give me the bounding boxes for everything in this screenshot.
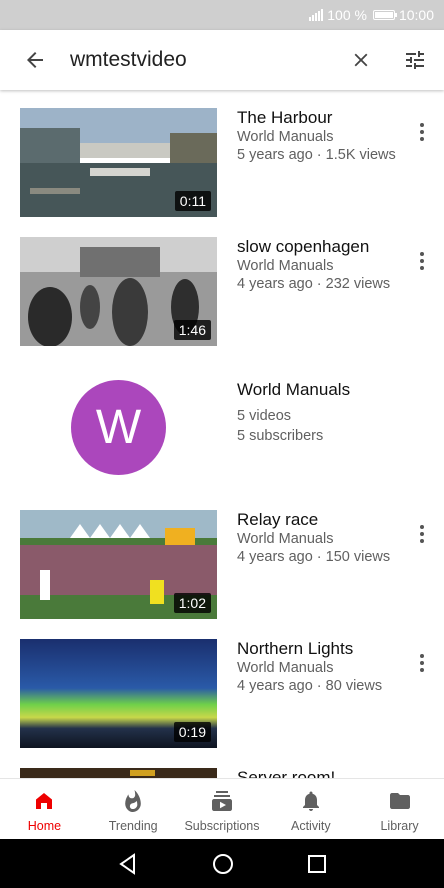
clear-search-button[interactable] bbox=[336, 30, 386, 90]
channel-title: World Manuals bbox=[237, 380, 351, 399]
video-title: Server room! bbox=[237, 768, 336, 778]
video-meta: 4 years ago · 80 views bbox=[237, 678, 383, 694]
status-bar: 100 % 10:00 bbox=[0, 0, 444, 30]
channel-name: World Manuals bbox=[237, 258, 334, 274]
video-thumbnail[interactable] bbox=[20, 768, 217, 778]
video-duration: 0:19 bbox=[173, 722, 211, 742]
more-options-icon[interactable] bbox=[410, 118, 434, 146]
video-duration: 0:11 bbox=[174, 191, 211, 211]
battery-percent: 100 % bbox=[327, 7, 367, 23]
back-triangle-icon[interactable] bbox=[117, 852, 139, 875]
tab-label: Subscriptions bbox=[184, 819, 260, 833]
more-options-icon[interactable] bbox=[410, 649, 434, 677]
bell-icon bbox=[302, 791, 319, 811]
tab-label: Trending bbox=[108, 819, 158, 833]
channel-name: World Manuals bbox=[237, 660, 334, 676]
more-options-icon[interactable] bbox=[410, 247, 434, 275]
channel-subscriber-count: 5 subscribers bbox=[237, 428, 324, 444]
video-title: slow copenhagen bbox=[237, 237, 370, 256]
tab-library[interactable]: Library bbox=[355, 779, 444, 840]
video-thumbnail[interactable]: 0:11 bbox=[20, 108, 217, 217]
video-meta: 5 years ago · 1.5K views bbox=[237, 147, 396, 163]
channel-name: World Manuals bbox=[237, 129, 334, 145]
channel-name: World Manuals bbox=[237, 531, 334, 547]
channel-video-count: 5 videos bbox=[237, 408, 292, 424]
server-room-thumbnail-image bbox=[20, 768, 217, 778]
avatar[interactable]: W bbox=[71, 380, 166, 475]
video-meta: 4 years ago · 150 views bbox=[237, 549, 391, 565]
home-icon bbox=[36, 793, 53, 809]
filter-button[interactable] bbox=[386, 30, 444, 90]
video-thumbnail[interactable]: 1:46 bbox=[20, 237, 217, 346]
more-options-icon[interactable] bbox=[410, 520, 434, 548]
system-navigation-bar bbox=[0, 839, 444, 888]
back-button[interactable] bbox=[0, 30, 70, 90]
video-result[interactable]: Server room! bbox=[0, 768, 444, 778]
tab-activity[interactable]: Activity bbox=[266, 779, 355, 840]
signal-icon bbox=[309, 9, 324, 21]
recents-square-icon[interactable] bbox=[307, 854, 327, 874]
video-result[interactable]: 0:19 Northern Lights World Manuals 4 yea… bbox=[0, 639, 444, 749]
tab-label: Activity bbox=[290, 819, 331, 833]
subscriptions-icon bbox=[211, 791, 232, 811]
video-result[interactable]: 1:02 Relay race World Manuals 4 years ag… bbox=[0, 510, 444, 620]
flame-icon bbox=[125, 790, 141, 812]
tab-label: Home bbox=[27, 819, 62, 833]
video-duration: 1:02 bbox=[173, 593, 211, 613]
tab-trending[interactable]: Trending bbox=[89, 779, 178, 840]
channel-result[interactable]: W World Manuals 5 videos 5 subscribers bbox=[0, 380, 444, 476]
video-meta: 4 years ago · 232 views bbox=[237, 276, 391, 292]
tab-home[interactable]: Home bbox=[0, 779, 89, 840]
video-title: The Harbour bbox=[237, 108, 333, 127]
video-result[interactable]: 1:46 slow copenhagen World Manuals 4 yea… bbox=[0, 237, 444, 347]
video-thumbnail[interactable]: 1:02 bbox=[20, 510, 217, 619]
close-icon bbox=[354, 53, 368, 67]
folder-icon bbox=[389, 793, 410, 809]
video-title: Relay race bbox=[237, 510, 319, 529]
battery-icon bbox=[372, 10, 397, 20]
bottom-navigation: Home Trending Subscriptions Activity Lib… bbox=[0, 778, 444, 840]
home-circle-icon[interactable] bbox=[212, 853, 234, 875]
tab-subscriptions[interactable]: Subscriptions bbox=[178, 779, 267, 840]
video-result[interactable]: 0:11 The Harbour World Manuals 5 years a… bbox=[0, 108, 444, 218]
arrow-left-icon bbox=[27, 52, 43, 68]
clock: 10:00 bbox=[398, 7, 434, 23]
video-duration: 1:46 bbox=[173, 320, 211, 340]
tab-label: Library bbox=[380, 819, 419, 833]
search-input[interactable]: wmtestvideo bbox=[70, 48, 336, 72]
search-bar: wmtestvideo bbox=[0, 30, 444, 90]
video-title: Northern Lights bbox=[237, 639, 354, 658]
video-thumbnail[interactable]: 0:19 bbox=[20, 639, 217, 748]
filter-sliders-icon bbox=[406, 51, 424, 69]
search-results-list: 0:11 The Harbour World Manuals 5 years a… bbox=[0, 90, 444, 778]
